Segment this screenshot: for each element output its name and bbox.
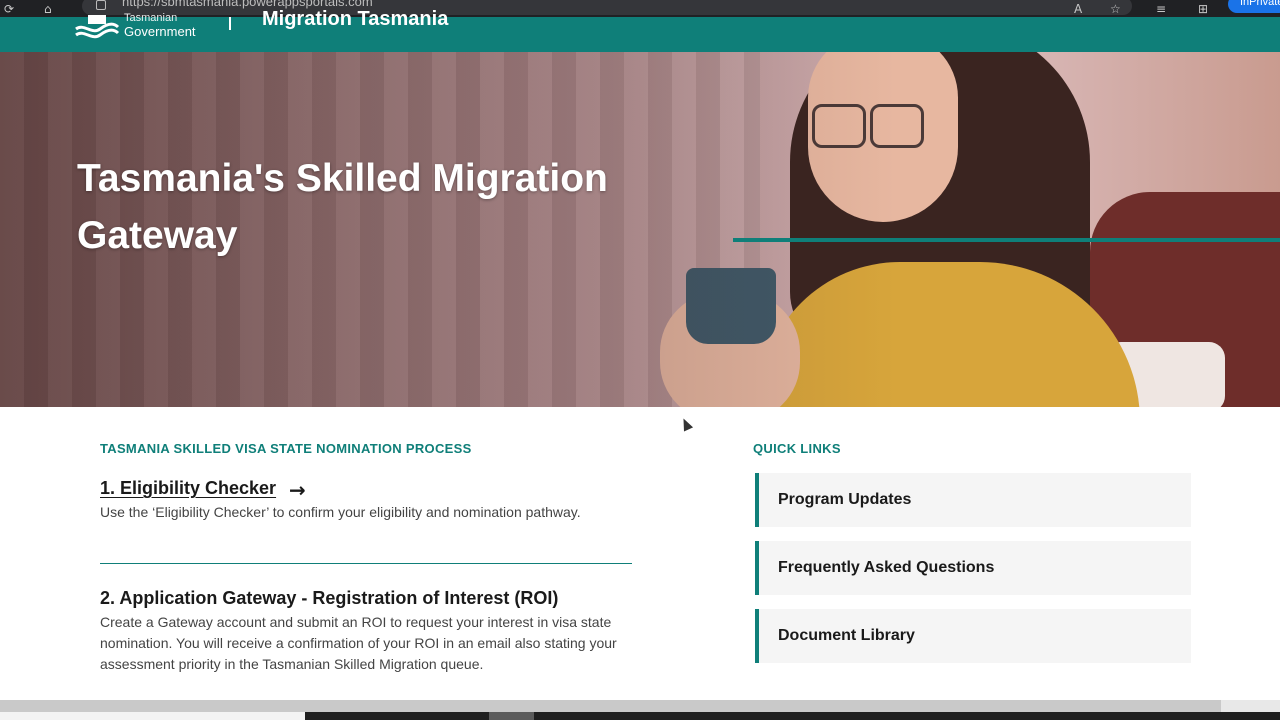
step-divider [100, 563, 632, 564]
site-header: Tasmanian Government Migration Tasmania [0, 8, 1280, 52]
horizontal-scrollbar-thumb[interactable] [0, 700, 1221, 712]
gov-logo-text: Tasmanian Government [124, 12, 196, 39]
quick-links-heading: QUICK LINKS [753, 441, 841, 456]
eligibility-checker-description: Use the ‘Eligibility Checker’ to confirm… [100, 504, 581, 520]
tasmanian-government-logo-icon[interactable] [74, 15, 120, 39]
eligibility-checker-link[interactable]: 1. Eligibility Checker [100, 478, 276, 499]
refresh-icon[interactable]: ⟳ [4, 0, 14, 17]
tracking-icon[interactable]: ☆ [1110, 0, 1121, 17]
hero-accent-line [733, 238, 1280, 242]
collections-icon[interactable]: ⊞ [1198, 0, 1208, 17]
inprivate-badge[interactable]: InPrivate [1228, 0, 1280, 13]
quick-link-faq[interactable]: Frequently Asked Questions [755, 541, 1191, 595]
favorites-icon[interactable]: ≡ [1156, 0, 1166, 17]
mouse-cursor-icon [678, 416, 694, 432]
quick-link-document-library[interactable]: Document Library [755, 609, 1191, 663]
site-info-icon[interactable] [96, 0, 106, 10]
application-gateway-description: Create a Gateway account and submit an R… [100, 614, 617, 672]
read-aloud-icon[interactable]: A [1074, 0, 1082, 17]
arrow-right-icon[interactable]: → [289, 478, 306, 502]
taskbar-item[interactable] [489, 712, 534, 720]
header-divider [229, 17, 231, 30]
logo-line-2: Government [124, 24, 196, 39]
taskbar-strip [305, 712, 1280, 720]
home-icon[interactable]: ⌂ [44, 0, 52, 17]
process-heading: TASMANIA SKILLED VISA STATE NOMINATION P… [100, 441, 472, 456]
hero-title: Tasmania's Skilled Migration Gateway [77, 157, 608, 257]
site-title[interactable]: Migration Tasmania [262, 8, 448, 31]
application-gateway-title: 2. Application Gateway - Registration of… [100, 588, 559, 608]
hero-banner: Tasmania's Skilled Migration Gateway [0, 52, 1280, 407]
logo-line-1: Tasmanian [124, 12, 178, 24]
quick-link-program-updates[interactable]: Program Updates [755, 473, 1191, 527]
